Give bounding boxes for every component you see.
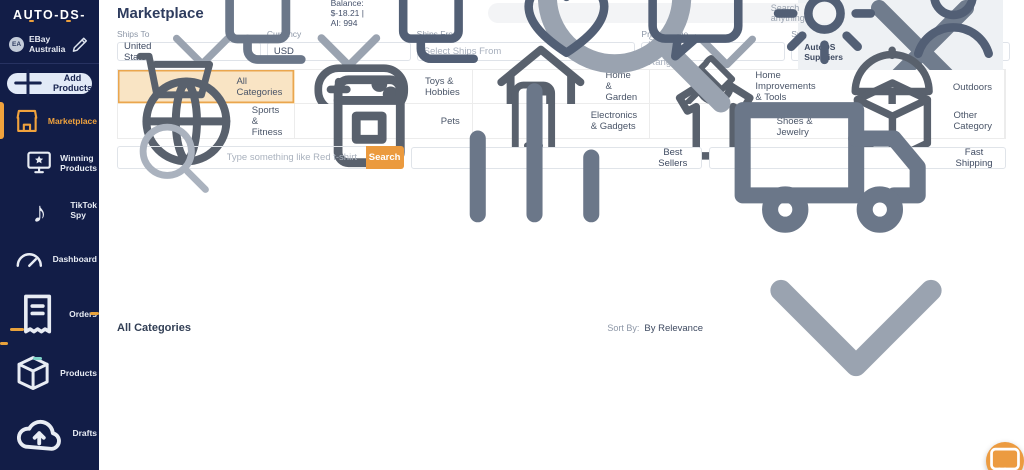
winning-products-icon [24, 147, 54, 177]
decorative-dash [10, 328, 24, 331]
sidebar-item-drafts[interactable]: Drafts [0, 400, 99, 466]
header-icon[interactable] [893, 0, 1014, 73]
sidebar-nav: Marketplace Winning Products ♪ TikTok Sp… [0, 100, 99, 470]
decorative-dash [0, 342, 8, 345]
top-header: Marketplace Search anything Balance: $-1… [99, 0, 1024, 113]
plan-icon [204, 0, 327, 74]
pencil-icon[interactable] [70, 34, 91, 55]
header-icon[interactable] [764, 0, 885, 73]
svg-text:♪: ♪ [32, 197, 46, 229]
add-products-button[interactable]: Add Products [7, 69, 92, 97]
balance-indicator[interactable]: Balance: $-18.21 | AI: 994 [204, 0, 371, 74]
results-heading: All Categories [117, 322, 191, 334]
product-search-row: Search Best Sellers Fast Shipping [117, 83, 1007, 233]
header-icon[interactable] [378, 0, 499, 73]
heart-icon [506, 0, 627, 73]
decorative-dash [90, 312, 99, 315]
header-icons: 3 [378, 0, 1014, 73]
fast-shipping-button[interactable]: Fast Shipping [709, 102, 1007, 233]
sort-by-label: Sort By: [607, 323, 640, 333]
person-icon [893, 0, 1014, 73]
sidebar-item-winning-products[interactable]: Winning Products [0, 141, 99, 183]
dashboard-icon [12, 242, 47, 277]
best-sellers-button[interactable]: Best Sellers [410, 83, 702, 223]
main-content: Marketplace Search anything Balance: $-1… [99, 0, 1024, 470]
sidebar: AUTO-DS- EA EBay Australia Add Products … [0, 0, 99, 470]
chat-icon [635, 0, 756, 73]
logo-accent [66, 20, 71, 22]
gear-icon [764, 0, 885, 73]
logo-accent [29, 20, 34, 22]
header-icon[interactable]: 3 [635, 0, 756, 73]
chat-fab-button[interactable] [986, 442, 1024, 470]
store-name: EBay Australia [29, 34, 66, 55]
sidebar-item-tiktok-spy[interactable]: ♪ TikTok Spy [0, 184, 99, 236]
search-icon [125, 109, 222, 206]
search-button[interactable]: Search [365, 146, 404, 169]
autods-logo: AUTO-DS- [13, 8, 86, 22]
chat-icon [986, 442, 1024, 470]
decorative-dash [33, 357, 42, 360]
sidebar-item-dashboard[interactable]: Dashboard [0, 236, 99, 283]
product-search-field[interactable] [117, 123, 366, 194]
plus-icon [7, 62, 49, 104]
store-account[interactable]: EA EBay Australia [0, 28, 99, 64]
product-search-input[interactable] [226, 152, 359, 163]
orders-icon [12, 289, 63, 340]
storefront-icon [12, 106, 42, 136]
sidebar-item-marketplace[interactable]: Marketplace [0, 100, 99, 142]
chevron-down-icon [706, 178, 1006, 470]
avatar: EA [9, 36, 24, 52]
sort-dropdown[interactable]: By Relevance [644, 178, 1006, 470]
page-title: Marketplace [117, 4, 204, 22]
sidebar-item-customer-support[interactable]: Customer Support [0, 466, 99, 470]
tiktok-icon: ♪ [24, 190, 64, 230]
header-icon[interactable] [506, 0, 627, 73]
sidebar-item-products[interactable]: Products [0, 346, 99, 400]
plan-icon [378, 0, 499, 73]
sidebar-item-orders[interactable]: Orders [0, 283, 99, 346]
drafts-icon [12, 406, 66, 460]
